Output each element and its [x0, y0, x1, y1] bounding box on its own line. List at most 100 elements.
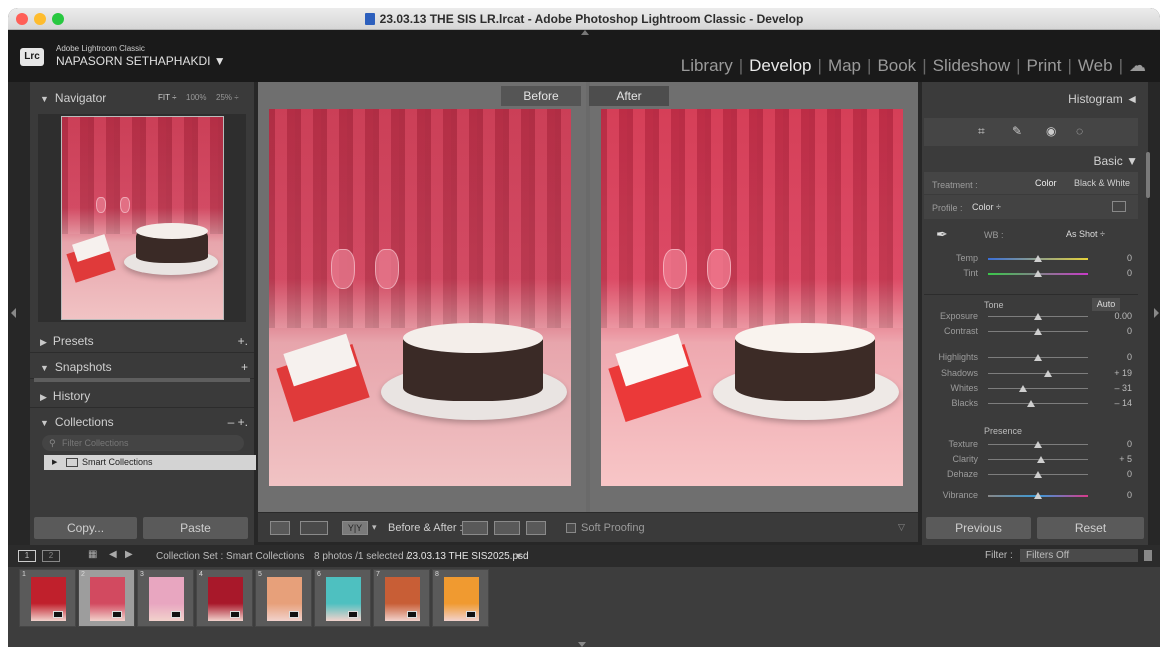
treatment-bw-option[interactable]: Black & White [1074, 178, 1130, 188]
profile-dropdown[interactable]: Color ÷ [972, 202, 1001, 212]
module-develop[interactable]: Develop [749, 56, 811, 75]
filter-dropdown[interactable]: Filters Off [1020, 549, 1138, 562]
user-name[interactable]: NAPASORN SETHAPHAKDI ▼ [56, 54, 226, 68]
auto-tone-button[interactable]: Auto [1092, 298, 1120, 311]
red-eye-icon[interactable]: ◉ [1046, 124, 1056, 138]
filmstrip-thumbnail[interactable]: 5 [255, 569, 312, 627]
module-slideshow[interactable]: Slideshow [933, 56, 1011, 75]
slider-value-exposure[interactable]: 0.00 [1098, 311, 1132, 321]
secondary-window-button[interactable]: 2 [42, 550, 60, 562]
after-photo[interactable] [601, 109, 903, 486]
selected-file-name[interactable]: 23.03.13 THE SIS2025.psd [407, 551, 529, 562]
slider-thumb-exposure[interactable] [1034, 313, 1042, 320]
slider-thumb-vibrance[interactable] [1034, 492, 1042, 499]
collections-add-remove-icon[interactable]: – +. [228, 410, 248, 434]
snapshots-header[interactable]: ▼ Snapshots + [30, 355, 254, 379]
grid-view-icon[interactable]: ▦ [88, 549, 97, 560]
zoom-fit[interactable]: FIT ÷ [158, 93, 176, 102]
treatment-color-option[interactable]: Color [1035, 178, 1057, 188]
slider-value-clarity[interactable]: + 5 [1098, 454, 1132, 464]
slider-value-highlights[interactable]: 0 [1098, 352, 1132, 362]
smart-collections-row[interactable]: ▶ Smart Collections [44, 455, 256, 470]
before-photo[interactable] [269, 109, 571, 486]
slider-thumb-highlights[interactable] [1034, 354, 1042, 361]
filmstrip-thumbnail[interactable]: 6 [314, 569, 371, 627]
module-library[interactable]: Library [681, 56, 733, 75]
collections-header[interactable]: ▼ Collections – +. [30, 410, 254, 434]
paste-button[interactable]: Paste [143, 517, 248, 539]
slider-thumb-texture[interactable] [1034, 441, 1042, 448]
filter-collections-input[interactable]: ⚲ Filter Collections [42, 435, 244, 451]
slider-thumb-temp[interactable] [1034, 255, 1042, 262]
collapse-top-panel-icon[interactable] [581, 30, 589, 35]
slider-thumb-blacks[interactable] [1027, 400, 1035, 407]
copy-button[interactable]: Copy... [34, 517, 137, 539]
profile-browser-icon[interactable] [1112, 201, 1126, 212]
reset-button[interactable]: Reset [1037, 517, 1144, 539]
slider-thumb-contrast[interactable] [1034, 328, 1042, 335]
navigator-thumbnail[interactable] [61, 116, 224, 320]
before-after-yy-button[interactable]: Y|Y [342, 521, 368, 535]
copy-before-to-after-icon[interactable] [462, 521, 488, 535]
toolbar-options-icon[interactable]: ▽ [898, 522, 905, 533]
slider-value-texture[interactable]: 0 [1098, 439, 1132, 449]
primary-window-button[interactable]: 1 [18, 550, 36, 562]
slider-thumb-whites[interactable] [1018, 385, 1027, 392]
history-header[interactable]: ▶ History [30, 384, 254, 408]
add-preset-icon[interactable]: +. [238, 329, 248, 353]
back-arrow-icon[interactable]: ◀ [109, 549, 117, 560]
add-snapshot-icon[interactable]: + [241, 355, 248, 379]
slider-track-shadows[interactable] [988, 373, 1088, 374]
healing-brush-icon[interactable]: ✎ [1012, 124, 1022, 138]
view-mode-dropdown-icon[interactable]: ▾ [372, 522, 377, 533]
filmstrip-thumbnail[interactable]: 7 [373, 569, 430, 627]
crop-icon[interactable]: ⌗ [978, 124, 985, 139]
filmstrip-thumbnail[interactable]: 4 [196, 569, 253, 627]
slider-value-blacks[interactable]: – 14 [1098, 398, 1132, 408]
loupe-view-icon[interactable] [270, 521, 290, 535]
slider-value-vibrance[interactable]: 0 [1098, 490, 1132, 500]
slider-value-whites[interactable]: – 31 [1098, 383, 1132, 393]
slider-thumb-dehaze[interactable] [1034, 471, 1042, 478]
module-map[interactable]: Map [828, 56, 861, 75]
filmstrip-thumbnail[interactable]: 8 [432, 569, 489, 627]
zoom-25[interactable]: 25% ÷ [216, 93, 239, 102]
right-panel-toggle-icon[interactable] [1154, 308, 1159, 318]
right-panel-scrollbar[interactable] [1146, 152, 1150, 198]
slider-value-temp[interactable]: 0 [1098, 253, 1132, 263]
slider-track-blacks[interactable] [988, 403, 1088, 404]
cloud-sync-icon[interactable]: ☁ [1129, 56, 1146, 75]
file-dropdown-icon[interactable]: ▾ [516, 551, 521, 562]
swap-before-after-icon[interactable] [526, 521, 546, 535]
forward-arrow-icon[interactable]: ▶ [125, 549, 133, 560]
slider-value-contrast[interactable]: 0 [1098, 326, 1132, 336]
filmstrip-thumbnail[interactable]: 3 [137, 569, 194, 627]
slider-thumb-shadows[interactable] [1043, 370, 1052, 377]
previous-button[interactable]: Previous [926, 517, 1031, 539]
basic-header[interactable]: Basic ▼ [1093, 154, 1138, 168]
filter-lock-icon[interactable] [1144, 550, 1152, 561]
slider-value-dehaze[interactable]: 0 [1098, 469, 1132, 479]
source-label[interactable]: Collection Set : Smart Collections [156, 551, 304, 562]
collapse-filmstrip-icon[interactable] [578, 642, 586, 647]
filmstrip-thumbnail[interactable]: 2 [78, 569, 135, 627]
zoom-100[interactable]: 100% [186, 93, 206, 102]
copy-after-to-before-icon[interactable] [494, 521, 520, 535]
filmstrip-thumbnail[interactable]: 1 [19, 569, 76, 627]
slider-thumb-tint[interactable] [1034, 270, 1042, 277]
slider-value-shadows[interactable]: + 19 [1098, 368, 1132, 378]
slider-track-whites[interactable] [988, 388, 1088, 389]
white-balance-eyedropper-icon[interactable]: ✒ [936, 226, 948, 243]
wb-dropdown[interactable]: As Shot ÷ [1066, 229, 1105, 239]
histogram-header[interactable]: Histogram ◄ [1068, 92, 1138, 106]
masking-icon[interactable]: ◌ [1076, 124, 1083, 138]
soft-proofing-checkbox[interactable] [566, 523, 576, 533]
module-print[interactable]: Print [1027, 56, 1062, 75]
left-panel-toggle-icon[interactable] [11, 308, 16, 318]
presets-header[interactable]: ▶ Presets +. [30, 329, 254, 353]
module-web[interactable]: Web [1078, 56, 1113, 75]
slider-value-tint[interactable]: 0 [1098, 268, 1132, 278]
module-book[interactable]: Book [877, 56, 916, 75]
slider-thumb-clarity[interactable] [1036, 456, 1045, 463]
side-by-side-view-icon[interactable] [300, 521, 328, 535]
